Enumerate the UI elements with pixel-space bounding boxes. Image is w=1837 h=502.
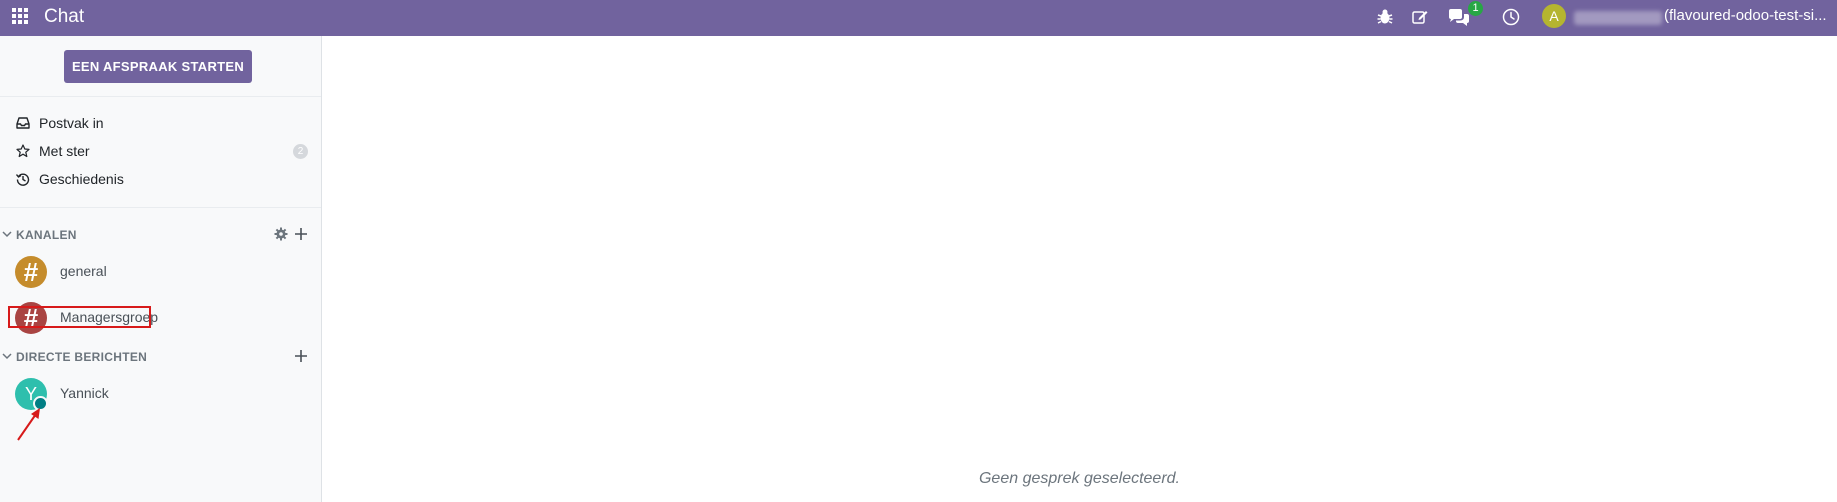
annotation-arrow-icon (14, 404, 44, 444)
user-name-redacted[interactable] (1574, 11, 1662, 25)
mailbox-label: Geschiedenis (39, 171, 124, 187)
user-avatar[interactable]: A (1542, 4, 1566, 28)
debug-bug-icon[interactable] (1376, 8, 1396, 28)
chevron-down-icon[interactable] (2, 229, 12, 239)
mailbox-inbox[interactable]: Postvak in (0, 109, 321, 137)
mailbox-label: Met ster (39, 143, 90, 159)
edit-icon[interactable] (1411, 8, 1431, 28)
gear-icon[interactable] (274, 227, 288, 241)
add-chat-plus-icon[interactable] (294, 349, 308, 363)
start-meeting-button[interactable]: EEN AFSPRAAK STARTEN (64, 50, 252, 83)
sidebar-divider (0, 96, 321, 97)
channels-category-header: KANALEN (0, 223, 321, 247)
inbox-icon (16, 116, 30, 130)
chat-partner-name: Yannick (60, 385, 109, 401)
no-conversation-message: Geen gesprek geselecteerd. (978, 470, 1180, 487)
apps-menu-icon[interactable] (12, 8, 32, 28)
add-channel-plus-icon[interactable] (294, 227, 308, 241)
channel-avatar: # (15, 302, 47, 334)
channel-name: general (60, 263, 107, 279)
channel-item-managersgroep[interactable]: # Managersgroep (0, 296, 321, 340)
channel-avatar: # (15, 256, 47, 288)
sidebar-divider (0, 207, 321, 208)
chat-bubbles-icon[interactable] (1447, 8, 1471, 28)
direct-message-item-yannick[interactable]: Y Yannick (0, 372, 321, 416)
channel-name: Managersgroep (60, 309, 159, 325)
mailbox-starred[interactable]: Met ster 2 (0, 137, 321, 165)
app-title[interactable]: Chat (44, 6, 84, 28)
history-icon (16, 172, 30, 186)
direct-messages-category-header: DIRECTE BERICHTEN (0, 345, 321, 369)
starred-counter: 2 (293, 144, 308, 159)
chevron-down-icon[interactable] (2, 351, 12, 361)
navbar: Chat 1 A (flavoured-odoo-test-si... (0, 0, 1837, 36)
clock-icon[interactable] (1502, 8, 1522, 28)
channel-item-general[interactable]: # general (0, 250, 321, 294)
company-switcher[interactable]: (flavoured-odoo-test-si... (1664, 7, 1827, 24)
messages-count-badge: 1 (1468, 1, 1483, 16)
direct-messages-category-title[interactable]: DIRECTE BERICHTEN (16, 350, 147, 364)
chat-sidebar: EEN AFSPRAAK STARTEN Postvak in Met ster… (0, 36, 322, 502)
thread-view: Geen gesprek geselecteerd. (322, 36, 1837, 502)
mailbox-label: Postvak in (39, 115, 104, 131)
star-icon (16, 144, 30, 158)
mailbox-history[interactable]: Geschiedenis (0, 165, 321, 193)
channels-category-title[interactable]: KANALEN (16, 228, 77, 242)
